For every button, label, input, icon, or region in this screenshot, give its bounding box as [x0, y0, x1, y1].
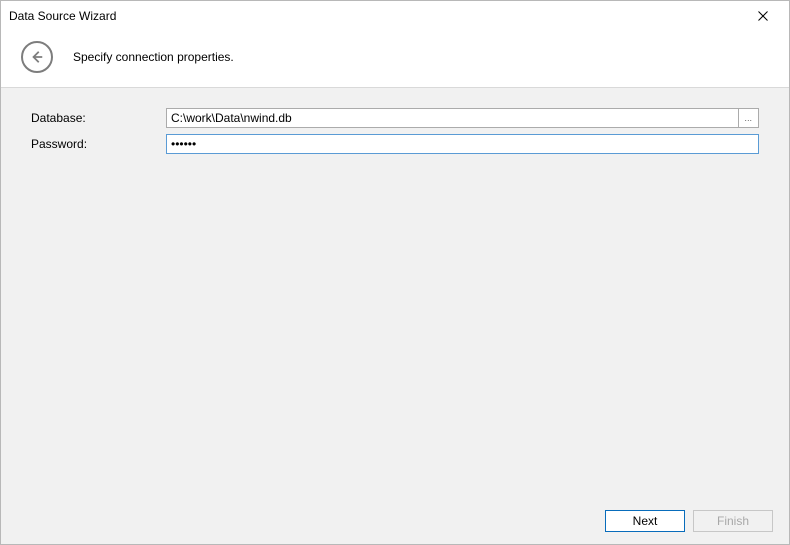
finish-button: Finish	[693, 510, 773, 532]
header-area: Specify connection properties.	[1, 31, 789, 88]
database-input[interactable]	[166, 108, 739, 128]
password-field-wrap	[166, 134, 759, 154]
password-row: Password:	[31, 134, 759, 154]
database-row: Database: …	[31, 108, 759, 128]
password-label: Password:	[31, 137, 166, 151]
ellipsis-icon: …	[744, 114, 753, 123]
back-button[interactable]	[21, 41, 53, 73]
database-label: Database:	[31, 111, 166, 125]
header-instruction: Specify connection properties.	[73, 50, 234, 64]
arrow-left-icon	[30, 50, 44, 64]
titlebar-title: Data Source Wizard	[9, 9, 743, 23]
dialog-window: Data Source Wizard Specify connection pr…	[0, 0, 790, 545]
titlebar: Data Source Wizard	[1, 1, 789, 31]
body-area: Database: … Password:	[1, 88, 789, 498]
footer-area: Next Finish	[1, 498, 789, 544]
close-icon	[758, 11, 768, 21]
password-input[interactable]	[166, 134, 759, 154]
close-button[interactable]	[743, 3, 783, 29]
next-button[interactable]: Next	[605, 510, 685, 532]
database-field-wrap: …	[166, 108, 759, 128]
browse-button[interactable]: …	[739, 108, 759, 128]
